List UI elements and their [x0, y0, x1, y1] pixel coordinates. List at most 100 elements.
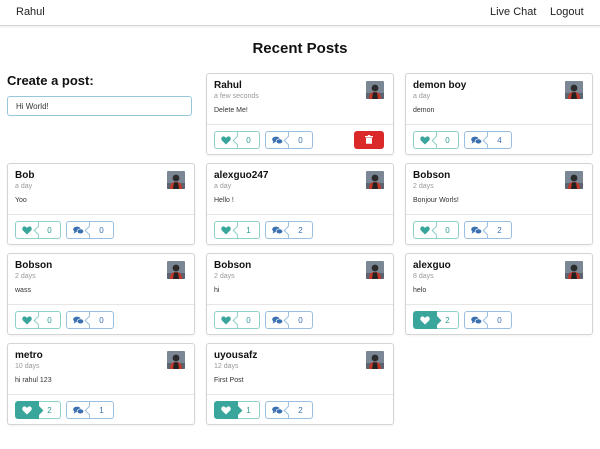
comment-button[interactable]: 1 — [66, 401, 114, 419]
like-count: 1 — [232, 401, 260, 419]
post-time: 2 days — [413, 183, 434, 190]
comment-button[interactable]: 0 — [265, 311, 313, 329]
post-author[interactable]: alexguo247 — [214, 170, 268, 181]
comment-count: 0 — [283, 311, 313, 329]
comment-count: 0 — [482, 311, 512, 329]
logout-link[interactable]: Logout — [550, 6, 584, 18]
post-card: metro 10 days hi rahul 123 2 1 — [7, 343, 195, 425]
comment-button[interactable]: 2 — [464, 221, 512, 239]
live-chat-link[interactable]: Live Chat — [490, 6, 536, 18]
post-content: First Post — [214, 377, 244, 384]
card-divider — [406, 124, 592, 125]
post-content: helo — [413, 287, 427, 294]
post-card: alexguo247 a day Hello ! 1 2 — [206, 163, 394, 245]
nav-brand[interactable]: Rahul — [16, 6, 45, 18]
post-author[interactable]: Bob — [15, 170, 34, 181]
post-author[interactable]: metro — [15, 350, 43, 361]
post-time: 10 days — [15, 363, 40, 370]
comment-button[interactable]: 0 — [265, 131, 313, 149]
post-content: Delete Me! — [214, 107, 248, 114]
like-count: 1 — [232, 221, 260, 239]
post-card: Rahul a few seconds Delete Me! 0 0 — [206, 73, 394, 155]
post-time: a day — [413, 93, 431, 100]
post-time: 8 days — [413, 273, 434, 280]
comment-button[interactable]: 0 — [66, 311, 114, 329]
like-button[interactable]: 0 — [15, 221, 61, 239]
card-divider — [207, 304, 393, 305]
post-content: hi — [214, 287, 220, 294]
comment-button[interactable]: 0 — [66, 221, 114, 239]
post-author[interactable]: Bobson — [214, 260, 251, 271]
comment-count: 2 — [482, 221, 512, 239]
post-card: demon boy a day demon 0 4 — [405, 73, 593, 155]
like-button[interactable]: 0 — [214, 311, 260, 329]
avatar — [565, 81, 583, 99]
like-count: 0 — [431, 131, 459, 149]
like-button[interactable]: 1 — [214, 401, 260, 419]
comment-count: 4 — [482, 131, 512, 149]
trash-icon — [365, 131, 373, 149]
post-time: 12 days — [214, 363, 239, 370]
post-author[interactable]: Bobson — [15, 260, 52, 271]
post-time: 2 days — [214, 273, 235, 280]
like-button[interactable]: 0 — [15, 311, 61, 329]
like-count: 2 — [33, 401, 61, 419]
post-card: Bobson 2 days hi 0 0 — [206, 253, 394, 335]
card-divider — [8, 394, 194, 395]
post-author[interactable]: uyousafz — [214, 350, 257, 361]
post-author[interactable]: alexguo — [413, 260, 451, 271]
card-divider — [8, 304, 194, 305]
avatar — [366, 261, 384, 279]
post-author[interactable]: Bobson — [413, 170, 450, 181]
comment-count: 2 — [283, 401, 313, 419]
post-card: Bobson 2 days Bonjour Worls! 0 2 — [405, 163, 593, 245]
delete-button[interactable] — [354, 131, 384, 149]
like-button[interactable]: 1 — [214, 221, 260, 239]
comment-count: 0 — [84, 221, 114, 239]
card-divider — [207, 214, 393, 215]
avatar — [366, 81, 384, 99]
like-button[interactable]: 2 — [413, 311, 459, 329]
avatar — [565, 261, 583, 279]
comment-button[interactable]: 4 — [464, 131, 512, 149]
comment-button[interactable]: 2 — [265, 221, 313, 239]
avatar — [167, 261, 185, 279]
post-content: Hello ! — [214, 197, 234, 204]
comment-count: 1 — [84, 401, 114, 419]
avatar — [366, 351, 384, 369]
post-card: Bob a day Yoo 0 0 — [7, 163, 195, 245]
post-content: hi rahul 123 — [15, 377, 52, 384]
avatar — [366, 171, 384, 189]
post-time: a few seconds — [214, 93, 259, 100]
like-count: 2 — [431, 311, 459, 329]
post-time: a day — [214, 183, 232, 190]
avatar — [565, 171, 583, 189]
like-button[interactable]: 0 — [413, 221, 459, 239]
post-content: wass — [15, 287, 31, 294]
like-button[interactable]: 2 — [15, 401, 61, 419]
post-card: Bobson 2 days wass 0 0 — [7, 253, 195, 335]
comment-button[interactable]: 2 — [265, 401, 313, 419]
post-author[interactable]: demon boy — [413, 80, 466, 91]
like-count: 0 — [33, 221, 61, 239]
like-count: 0 — [232, 131, 260, 149]
card-divider — [406, 214, 592, 215]
create-post-title: Create a post: — [7, 73, 94, 88]
like-button[interactable]: 0 — [214, 131, 260, 149]
like-button[interactable]: 0 — [413, 131, 459, 149]
post-content: Yoo — [15, 197, 27, 204]
like-count: 0 — [33, 311, 61, 329]
post-content: demon — [413, 107, 435, 114]
post-card: alexguo 8 days helo 2 0 — [405, 253, 593, 335]
card-divider — [8, 214, 194, 215]
post-author[interactable]: Rahul — [214, 80, 242, 91]
create-post-input[interactable] — [7, 96, 192, 116]
comment-count: 0 — [283, 131, 313, 149]
post-time: 2 days — [15, 273, 36, 280]
avatar — [167, 171, 185, 189]
post-card: uyousafz 12 days First Post 1 2 — [206, 343, 394, 425]
post-content: Bonjour Worls! — [413, 197, 459, 204]
comment-button[interactable]: 0 — [464, 311, 512, 329]
card-divider — [207, 124, 393, 125]
like-count: 0 — [232, 311, 260, 329]
